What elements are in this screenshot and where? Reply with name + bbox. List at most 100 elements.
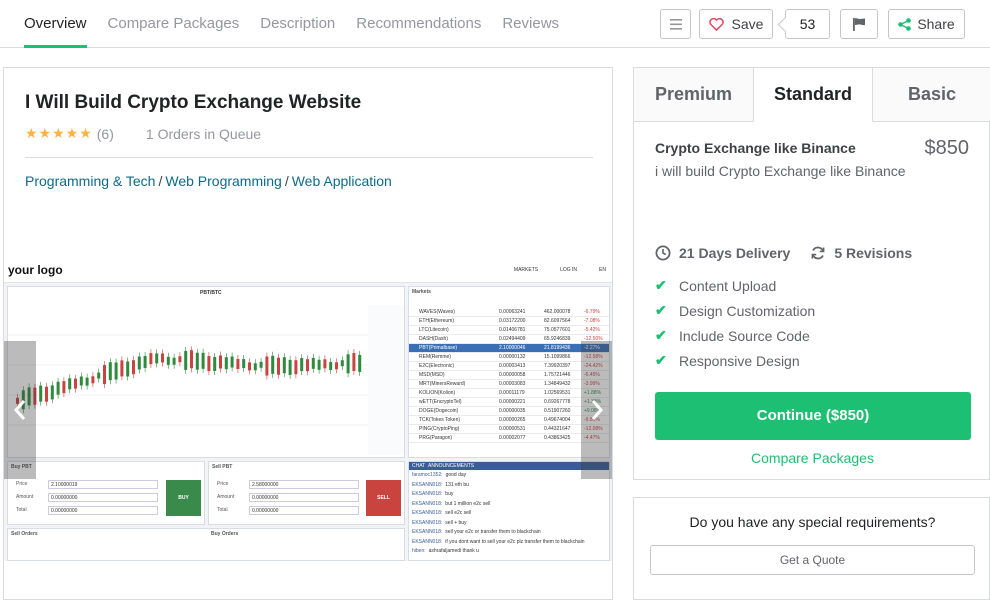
star-rating-icon[interactable]: ★★★★★ <box>25 125 93 142</box>
gallery-market-row: MSD(MSD) 0.00000058 1.75721446 -6.45% <box>409 371 609 380</box>
tab-overview[interactable]: Overview <box>24 0 87 48</box>
gallery-next-button[interactable] <box>581 341 612 479</box>
gallery-market-cell: DOGE(Dogecoin) <box>419 408 459 414</box>
delivery-days: 21 Days Delivery <box>679 245 791 261</box>
gallery-market-cell: 462.000078 <box>544 309 571 315</box>
share-icon <box>898 17 912 31</box>
gallery-chat-panel: CHAT ANNOUNCEMENTS faramoc1352: good day E… <box>408 461 610 561</box>
gallery-market-cell: 65.9246839 <box>544 336 571 342</box>
breadcrumb: Programming & Tech / Web Programming / Web A… <box>25 173 392 189</box>
breadcrumb-programming-tech[interactable]: Programming & Tech <box>25 173 155 189</box>
rating-count[interactable]: (6) <box>97 126 114 142</box>
tab-premium[interactable]: Premium <box>634 68 753 122</box>
gallery-market-row: ETH(Ethereum) 0.03172200 82.6097564 -7.08% <box>409 317 609 326</box>
gallery-candle-body <box>213 357 217 371</box>
gallery-markets-title: Markets <box>412 289 431 295</box>
gallery-market-cell: 21.8199436 <box>544 345 571 351</box>
gallery-candle-body <box>323 359 327 369</box>
breadcrumb-separator: / <box>158 173 163 189</box>
gallery-candle-body <box>114 362 118 380</box>
share-button[interactable]: Share <box>888 9 965 39</box>
save-button[interactable]: Save <box>699 9 773 39</box>
gallery-market-cell: KOLION(Kolion) <box>419 390 456 396</box>
gallery-candle-body <box>126 361 130 377</box>
feature-label: Content Upload <box>679 277 777 294</box>
gallery-candle-body <box>137 356 141 370</box>
save-label: Save <box>731 16 764 32</box>
tab-standard[interactable]: Standard <box>753 68 873 122</box>
gallery-candle-body <box>352 353 356 371</box>
gallery-candle-body <box>120 360 124 377</box>
gallery-candle-body <box>79 376 83 386</box>
gallery-market-row: TCK(Tokes Token) 0.00000265 0.49674004 -9.8… <box>409 416 609 425</box>
gallery-candle-body <box>340 360 344 367</box>
gallery-candle-body <box>161 353 164 363</box>
gallery-chat-line: EKSANN018: 131 eth bu <box>412 482 469 488</box>
gallery-sell-panel: Sell PBT Price 2.58000000 Amount 0.00000… <box>208 461 405 525</box>
gallery-chat-author: EKSANN018: <box>412 538 443 545</box>
tab-recommendations[interactable]: Recommendations <box>356 0 481 48</box>
breadcrumb-web-programming[interactable]: Web Programming <box>165 173 281 189</box>
gallery-market-row: LTC(Litecoin) 0.01406781 75.0577601 -5.42% <box>409 326 609 335</box>
gallery-candle-body <box>195 352 199 370</box>
gallery-candle-body <box>219 355 222 369</box>
compare-packages-link[interactable]: Compare Packages <box>634 450 990 466</box>
gallery-market-cell: 0.44321647 <box>544 426 571 432</box>
package-tabs: Premium Standard Basic <box>634 68 990 122</box>
gallery-candle-body <box>85 377 89 386</box>
gallery-candle-body <box>155 353 159 364</box>
gallery-sell-orders-title: Sell Orders <box>11 531 38 537</box>
gallery-market-cell: MRT(MinersReward) <box>419 381 466 387</box>
gallery-candle-body <box>288 359 292 375</box>
gallery-sell-price-label: Price <box>217 481 229 487</box>
tab-reviews[interactable]: Reviews <box>502 0 559 48</box>
gallery-chat-line: faramoc1352: good day <box>412 472 466 478</box>
tab-compare-packages[interactable]: Compare Packages <box>108 0 240 48</box>
gallery-orders-panel: Sell Orders Buy Orders <box>7 528 405 561</box>
gallery-sell-title: Sell PBT <box>212 464 233 470</box>
gallery-candle-body <box>265 356 269 376</box>
breadcrumb-separator: / <box>284 173 289 189</box>
gallery-header-links: MARKETS LOG IN EN <box>514 267 606 273</box>
menu-button[interactable] <box>660 9 691 39</box>
gallery-candle-body <box>74 378 77 389</box>
gallery-candle-body <box>329 362 333 370</box>
gallery-market-row: KOLION(Kolion) 0.00011179 1.02569531 +1.88% <box>409 389 609 398</box>
save-count-badge: 53 <box>785 9 830 39</box>
revisions-count: 5 Revisions <box>834 245 913 261</box>
gallery-candle-body <box>39 385 43 402</box>
gig-gallery-image[interactable]: your logo MARKETS LOG IN EN PBT/BTC Mark… <box>4 261 612 561</box>
tab-description[interactable]: Description <box>260 0 335 48</box>
gallery-market-cell: MSD(MSD) <box>419 372 445 378</box>
breadcrumb-web-application[interactable]: Web Application <box>292 173 392 189</box>
gallery-chat-line: EKSANN018: if you dont want to sell your … <box>412 539 585 545</box>
gallery-chat-message: but 1 million e2c sell <box>445 500 491 507</box>
gallery-candle-body <box>300 358 304 372</box>
gallery-market-cell: 0.00000035 <box>499 408 526 414</box>
gallery-market-cell: -5.42% <box>584 327 600 333</box>
gallery-candle-body <box>317 359 321 370</box>
gallery-market-cell: REM(Remme) <box>419 354 451 360</box>
gallery-chat-message: if you dont want to sell your e2c plz tr… <box>445 538 585 545</box>
gallery-chat-message: ashrafaljamedi thank u <box>428 548 479 554</box>
gallery-candle-body <box>178 356 182 363</box>
gallery-chat-message: sell your e2c or transfer them to blackc… <box>445 529 541 535</box>
get-quote-button[interactable]: Get a Quote <box>650 545 975 575</box>
gallery-market-row: PING(CryptoPing) 0.00000531 0.44321647 -12.… <box>409 425 609 434</box>
gallery-buy-total: 0.00000000 <box>48 506 158 515</box>
gallery-candle-body <box>91 376 95 384</box>
gallery-market-cell: 0.00002077 <box>499 435 526 441</box>
gallery-market-cell: PRG(Paragon) <box>419 435 453 441</box>
revisions-info: 5 Revisions <box>810 245 912 261</box>
gallery-market-cell: E2C(Electronic) <box>419 363 455 369</box>
gallery-chat-line: EKSANN018: buy <box>412 491 453 497</box>
tab-basic[interactable]: Basic <box>873 68 990 122</box>
gallery-market-row: wETT(EncryptoTel) 0.00000221 0.69267778 +1.… <box>409 398 609 407</box>
gallery-chat-tab: CHAT <box>412 463 426 469</box>
continue-button[interactable]: Continue ($850) <box>655 392 971 440</box>
gallery-candle-body <box>253 363 257 371</box>
gallery-prev-button[interactable] <box>4 341 36 479</box>
nav-tabs: Overview Compare Packages Description Re… <box>24 0 580 48</box>
report-button[interactable] <box>840 9 878 39</box>
package-name: Crypto Exchange like Binance <box>655 140 856 156</box>
